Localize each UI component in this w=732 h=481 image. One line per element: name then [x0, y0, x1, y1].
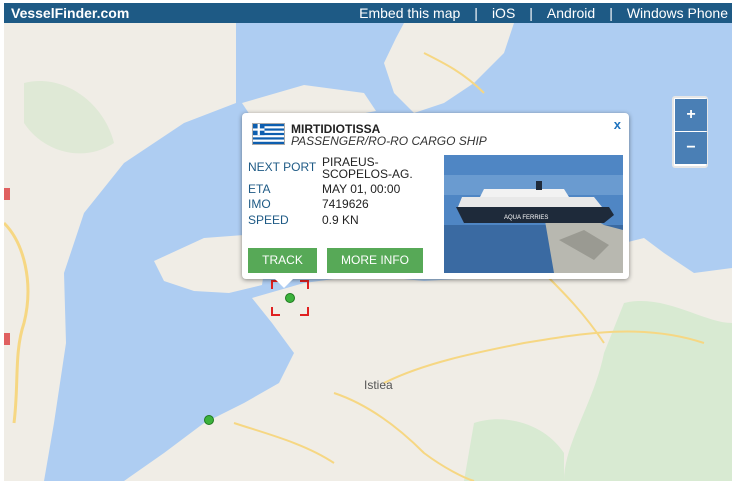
- vessel-marker: [204, 415, 214, 425]
- next-port-label: NEXT PORT: [248, 160, 317, 174]
- land-north-island: [384, 23, 514, 113]
- vessel-popup: MIRTIDIOTISSA PASSENGER/RO-RO CARGO SHIP…: [242, 113, 629, 288]
- town-label-istiea: Istiea: [364, 378, 393, 392]
- road-sign: [4, 333, 10, 345]
- eta-value: MAY 01, 00:00: [322, 182, 401, 196]
- more-info-button[interactable]: MORE INFO: [327, 248, 423, 273]
- top-nav: Embed this map | iOS | Android | Windows Phone: [359, 5, 728, 21]
- speed-value: 0.9 KN: [322, 213, 359, 227]
- android-link[interactable]: Android: [547, 5, 595, 21]
- speed-label: SPEED: [248, 213, 289, 227]
- windows-phone-link[interactable]: Windows Phone: [627, 5, 728, 21]
- imo-label: IMO: [248, 197, 271, 211]
- nav-separator: |: [474, 5, 478, 21]
- top-bar: VesselFinder.com Embed this map | iOS | Andr…: [4, 3, 732, 23]
- embed-map-link[interactable]: Embed this map: [359, 5, 460, 21]
- close-popup-button[interactable]: x: [614, 117, 621, 132]
- vessel-photo[interactable]: AQUA FERRIES: [444, 155, 623, 273]
- eta-label: ETA: [248, 182, 271, 196]
- road-sign: [4, 188, 10, 200]
- photo-caption: AQUA FERRIES: [504, 215, 548, 221]
- nav-separator: |: [529, 5, 533, 21]
- zoom-out-button[interactable]: −: [675, 132, 707, 164]
- imo-value: 7419626: [322, 197, 369, 211]
- greece-flag-icon: [252, 123, 285, 145]
- track-button[interactable]: TRACK: [248, 248, 317, 273]
- next-port-value: PIRAEUS- SCOPELOS-AG.: [322, 156, 413, 180]
- vessel-type: PASSENGER/RO-RO CARGO SHIP: [291, 134, 487, 148]
- svg-text:AQUA FERRIES: AQUA FERRIES: [504, 215, 548, 221]
- vessel-marker: [285, 293, 295, 303]
- next-port-line-2: SCOPELOS-AG.: [322, 167, 413, 181]
- zoom-in-button[interactable]: +: [675, 99, 707, 131]
- brand-logo[interactable]: VesselFinder.com: [11, 5, 129, 21]
- zoom-control: + −: [672, 96, 708, 168]
- nav-separator: |: [609, 5, 613, 21]
- ios-link[interactable]: iOS: [492, 5, 515, 21]
